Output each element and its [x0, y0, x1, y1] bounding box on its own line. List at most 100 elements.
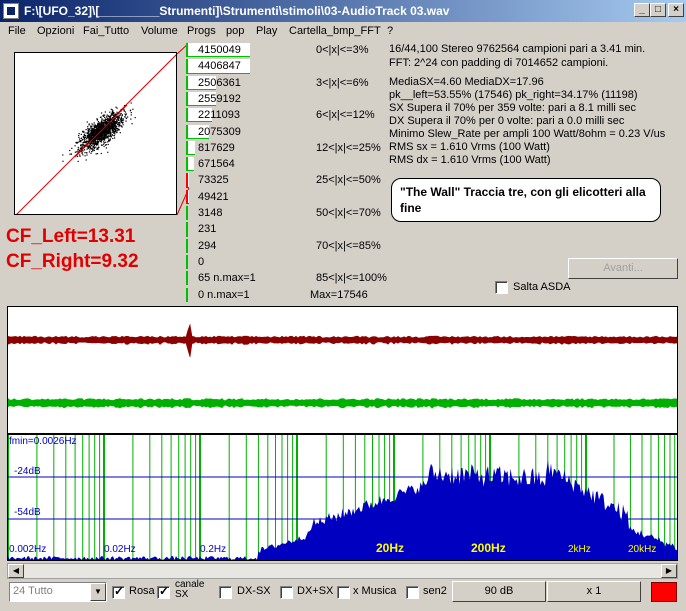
freq-label-20k: 20kHz — [628, 544, 657, 555]
waveform-panel — [7, 306, 678, 434]
bin-value: 294 — [198, 239, 217, 252]
info-line: MediaSX=4.60 MediaDX=17.96 — [389, 76, 544, 88]
bin-range-label: 3<|x|<=6% — [316, 76, 369, 89]
bin-range-label: 85<|x|<=100% — [316, 272, 387, 285]
info-line: 16/44,100 Stereo 9762564 campioni pari a… — [389, 43, 646, 55]
bin-value: 0 n.max=1 — [198, 288, 250, 301]
bin-bar — [186, 206, 188, 221]
horizontal-scrollbar[interactable]: ◀ ▶ — [7, 563, 678, 579]
bin-bar — [186, 222, 188, 237]
menu-bar: File Opzioni Fai_Tutto Volume Progs pop … — [0, 22, 686, 41]
bin-range-label: 70<|x|<=85% — [316, 239, 381, 252]
menu-opzioni[interactable]: Opzioni — [37, 25, 74, 37]
scroll-right-arrow[interactable]: ▶ — [661, 564, 677, 578]
freq-label-0002: 0.002Hz — [9, 544, 47, 555]
dx-plus-sx-label: DX+SX — [297, 585, 334, 597]
scatter-svg — [16, 54, 176, 214]
bin-value: 73325 — [198, 174, 229, 187]
salta-asda-checkbox[interactable] — [495, 281, 508, 294]
crest-factor-right: CF_Right=9.32 — [6, 251, 139, 272]
bin-bar — [186, 173, 189, 188]
menu-progs[interactable]: Progs — [187, 25, 216, 37]
avanti-button[interactable]: Avanti... — [568, 258, 678, 279]
menu-fai-tutto[interactable]: Fai_Tutto — [83, 25, 129, 37]
bin-value: 2559192 — [198, 92, 241, 105]
chevron-down-icon[interactable]: ▼ — [90, 583, 106, 601]
menu-play[interactable]: Play — [256, 25, 277, 37]
menu-volume[interactable]: Volume — [141, 25, 178, 37]
info-line: DX Supera il 70% per 0 volte: pari a 0.0… — [389, 115, 625, 127]
amplitude-bins: 4150049 0<|x|<=3% 4406847 2506361 3<|x|<=6% 2… — [186, 42, 387, 304]
bottom-toolbar: 24 Tutto ▼ Rosa canale SX DX-SX DX+SX x … — [0, 580, 686, 611]
freq-label-2k: 2kHz — [568, 544, 591, 555]
minimize-button[interactable]: _ — [634, 3, 650, 17]
fmin-label: fmin=0.0026Hz — [9, 436, 77, 447]
bin-value: 2075309 — [198, 125, 241, 138]
bin-bar — [186, 157, 194, 172]
canale-sx-checkbox[interactable] — [157, 584, 170, 599]
salta-asda-label: Salta ASDA — [513, 281, 571, 293]
bin-value: 65 n.max=1 — [198, 272, 256, 285]
alert-indicator[interactable] — [651, 582, 677, 602]
bin-value: 49421 — [198, 190, 229, 203]
scroll-left-arrow[interactable]: ◀ — [8, 564, 24, 578]
bin-value: 4150049 — [198, 44, 241, 56]
sen2-checkbox[interactable] — [406, 586, 419, 599]
bin-range-label: 12<|x|<=25% — [316, 141, 381, 154]
track-note: "The Wall" Traccia tre, con gli elicotte… — [391, 178, 661, 222]
rosa-label: Rosa — [129, 585, 155, 597]
mode-select[interactable]: 24 Tutto ▼ — [9, 582, 107, 602]
bin-bar — [186, 140, 195, 156]
close-button[interactable]: × — [668, 3, 684, 17]
bin-range-label: 0<|x|<=3% — [316, 44, 369, 56]
bin-value: 817629 — [198, 141, 235, 154]
freq-label-200: 200Hz — [471, 541, 506, 555]
bin-value: 3148 — [198, 207, 223, 219]
bin-value: 0 — [198, 255, 205, 268]
bin-value: 671564 — [198, 158, 235, 171]
title-bar: F:\[UFO_32]\[_________Strumenti]\Strumen… — [0, 0, 686, 22]
bin-range-label: 6<|x|<=12% — [316, 109, 375, 122]
menu-pop[interactable]: pop — [226, 25, 244, 37]
menu-help[interactable]: ? — [387, 25, 393, 37]
menu-cartella-bmp-fft[interactable]: Cartella_bmp_FFT — [289, 25, 381, 37]
db-label-54: -54dB — [14, 507, 41, 518]
rosa-checkbox[interactable] — [112, 584, 125, 599]
dx-plus-sx-checkbox[interactable] — [280, 586, 293, 599]
canale-sx-label: canale SX — [175, 579, 205, 600]
bin-value: 231 — [198, 223, 217, 236]
stereo-scatter-plot — [14, 52, 177, 215]
bin-value: 2211093 — [198, 109, 241, 122]
bin-bar — [186, 254, 188, 270]
zoom-button[interactable]: x 1 — [547, 581, 641, 602]
waveform-left-channel — [8, 323, 677, 358]
sen2-label: sen2 — [423, 585, 447, 597]
bin-value: 2506361 — [198, 76, 241, 89]
db-range-button[interactable]: 90 dB — [452, 581, 546, 602]
dx-sx-checkbox[interactable] — [219, 586, 232, 599]
x-musica-checkbox[interactable] — [337, 586, 350, 599]
db-label-24: -24dB — [14, 466, 41, 477]
maximize-button[interactable]: □ — [650, 3, 666, 17]
bin-range-label: 50<|x|<=70% — [316, 207, 381, 219]
freq-label-002: 0.02Hz — [104, 544, 136, 555]
info-line: SX Supera il 70% per 359 volte: pari a 8… — [389, 102, 637, 114]
bin-bar — [186, 271, 188, 286]
freq-label-2: 2Hz — [278, 544, 296, 555]
x-musica-label: x Musica — [353, 585, 397, 597]
spectrum-panel: fmin=0.0026Hz -24dB -54dB 0.002Hz 0.02Hz… — [7, 434, 678, 561]
waveform-right-channel — [8, 398, 677, 409]
mode-select-value: 24 Tutto — [13, 585, 53, 597]
bin-bar — [186, 189, 189, 204]
crest-factor-left: CF_Left=13.31 — [6, 226, 136, 247]
bin-range-label: 25<|x|<=50% — [316, 174, 381, 187]
waveform-svg — [8, 323, 677, 409]
app-icon[interactable] — [3, 3, 19, 19]
freq-label-20: 20Hz — [376, 541, 405, 555]
info-line: Minimo Slew_Rate per ampli 100 Watt/8ohm… — [389, 128, 666, 140]
info-line: FFT: 2^24 con padding di 7014652 campion… — [389, 57, 609, 69]
dx-sx-label: DX-SX — [237, 585, 271, 597]
menu-file[interactable]: File — [8, 25, 26, 37]
bin-range-label: Max=17546 — [310, 288, 368, 301]
window-title: F:\[UFO_32]\[_________Strumenti]\Strumen… — [24, 4, 450, 18]
